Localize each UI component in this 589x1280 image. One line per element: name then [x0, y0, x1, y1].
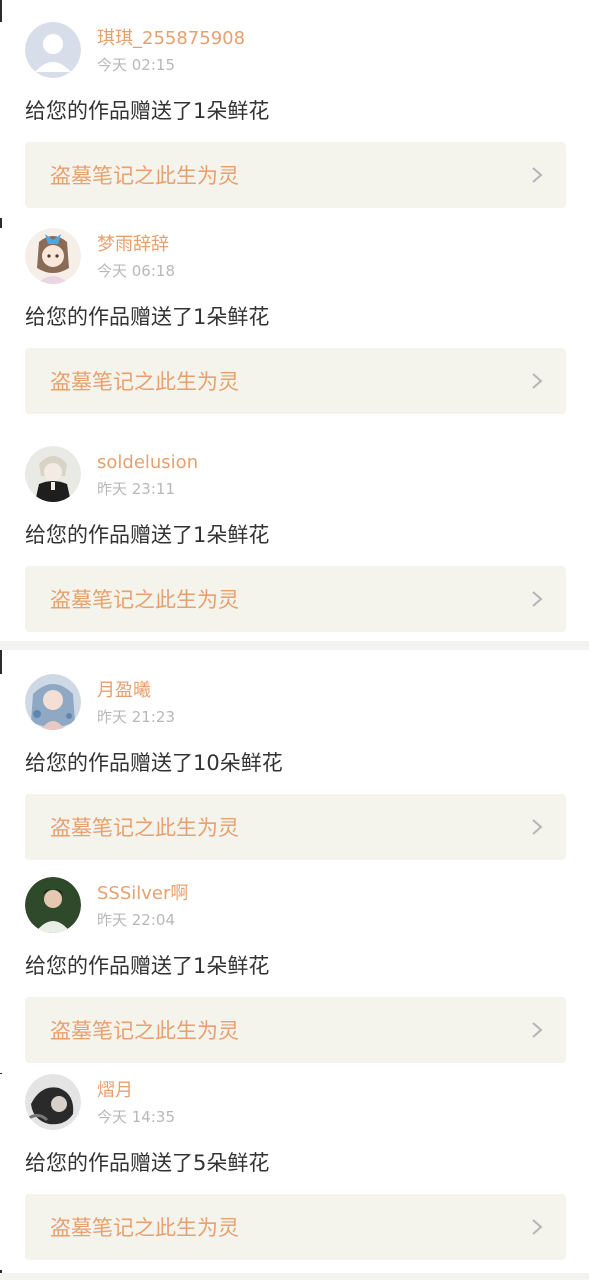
work-card[interactable]: 盗墓笔记之此生为灵	[25, 794, 566, 860]
anime-boy-avatar[interactable]	[25, 446, 81, 502]
timestamp: 今天 06:18	[97, 262, 175, 280]
username[interactable]: 梦雨辞辞	[97, 234, 169, 256]
section-divider	[0, 1273, 589, 1280]
photo-avatar[interactable]	[25, 877, 81, 933]
work-title: 盗墓笔记之此生为灵	[50, 370, 239, 394]
chevron-right-icon	[532, 1219, 543, 1235]
username[interactable]: 月盈曦	[97, 680, 151, 702]
gift-message: 给您的作品赠送了1朵鲜花	[25, 99, 270, 123]
chevron-right-icon	[532, 167, 543, 183]
work-card[interactable]: 盗墓笔记之此生为灵	[25, 566, 566, 632]
list-item: 梦雨辞辞 今天 06:18 给您的作品赠送了1朵鲜花 盗墓笔记之此生为灵	[0, 228, 589, 424]
timestamp: 昨天 23:11	[97, 480, 175, 498]
list-item: 熠月 今天 14:35 给您的作品赠送了5朵鲜花 盗墓笔记之此生为灵	[0, 1074, 589, 1270]
list-item: SSSilver啊 昨天 22:04 给您的作品赠送了1朵鲜花 盗墓笔记之此生为…	[0, 877, 589, 1073]
username[interactable]: 熠月	[97, 1080, 133, 1102]
chevron-right-icon	[532, 1022, 543, 1038]
section-divider	[0, 641, 589, 650]
work-title: 盗墓笔记之此生为灵	[50, 164, 239, 188]
username[interactable]: soldelusion	[97, 452, 198, 474]
work-card[interactable]: 盗墓笔记之此生为灵	[25, 1194, 566, 1260]
timestamp: 今天 02:15	[97, 56, 175, 74]
timestamp: 今天 14:35	[97, 1108, 175, 1126]
default-avatar-icon[interactable]	[25, 22, 81, 78]
work-card[interactable]: 盗墓笔记之此生为灵	[25, 348, 566, 414]
work-title: 盗墓笔记之此生为灵	[50, 1019, 239, 1043]
gift-message: 给您的作品赠送了1朵鲜花	[25, 523, 270, 547]
username[interactable]: 琪琪_255875908	[97, 28, 245, 50]
list-item: soldelusion 昨天 23:11 给您的作品赠送了1朵鲜花 盗墓笔记之此…	[0, 446, 589, 642]
illustration-avatar[interactable]	[25, 674, 81, 730]
gift-message: 给您的作品赠送了1朵鲜花	[25, 305, 270, 329]
list-item: 琪琪_255875908 今天 02:15 给您的作品赠送了1朵鲜花 盗墓笔记之…	[0, 22, 589, 218]
gift-message: 给您的作品赠送了1朵鲜花	[25, 954, 270, 978]
work-title: 盗墓笔记之此生为灵	[50, 816, 239, 840]
timestamp: 昨天 22:04	[97, 911, 175, 929]
username[interactable]: SSSilver啊	[97, 883, 188, 905]
chevron-right-icon	[532, 591, 543, 607]
chevron-right-icon	[532, 819, 543, 835]
gift-message: 给您的作品赠送了5朵鲜花	[25, 1151, 270, 1175]
work-title: 盗墓笔记之此生为灵	[50, 588, 239, 612]
timestamp: 昨天 21:23	[97, 708, 175, 726]
work-card[interactable]: 盗墓笔记之此生为灵	[25, 142, 566, 208]
gift-message: 给您的作品赠送了10朵鲜花	[25, 751, 283, 775]
work-title: 盗墓笔记之此生为灵	[50, 1216, 239, 1240]
anime-girl-avatar[interactable]	[25, 228, 81, 284]
work-card[interactable]: 盗墓笔记之此生为灵	[25, 997, 566, 1063]
chevron-right-icon	[532, 373, 543, 389]
gift-notification-feed: 琪琪_255875908 今天 02:15 给您的作品赠送了1朵鲜花 盗墓笔记之…	[0, 0, 589, 1280]
dark-photo-avatar[interactable]	[25, 1074, 81, 1130]
list-item: 月盈曦 昨天 21:23 给您的作品赠送了10朵鲜花 盗墓笔记之此生为灵	[0, 674, 589, 870]
